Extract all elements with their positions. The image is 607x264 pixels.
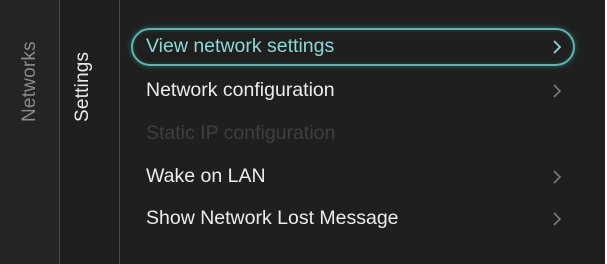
menu-item-network-configuration[interactable]: Network configuration bbox=[131, 72, 575, 110]
menu-item-label: Show Network Lost Message bbox=[146, 207, 399, 229]
menu-item-label: View network settings bbox=[146, 35, 335, 57]
chevron-right-icon bbox=[553, 40, 562, 54]
menu-item-show-network-lost-message[interactable]: Show Network Lost Message bbox=[131, 200, 575, 238]
menu-item-label: Network configuration bbox=[146, 79, 335, 101]
menu-item-label: Static IP configuration bbox=[146, 122, 336, 144]
tv-settings-screen: Networks Settings View network settings … bbox=[0, 0, 605, 264]
chevron-right-icon bbox=[553, 212, 562, 226]
menu-item-label: Wake on LAN bbox=[146, 165, 266, 187]
settings-column[interactable]: Settings bbox=[60, 0, 119, 264]
settings-label: Settings bbox=[72, 51, 93, 122]
menu-item-static-ip-configuration: Static IP configuration bbox=[131, 115, 575, 153]
menu-item-wake-on-lan[interactable]: Wake on LAN bbox=[131, 158, 575, 196]
networks-label: Networks bbox=[19, 41, 40, 122]
menu-item-view-network-settings[interactable]: View network settings bbox=[131, 28, 575, 66]
column-divider bbox=[119, 0, 120, 264]
chevron-right-icon bbox=[553, 84, 562, 98]
networks-column[interactable]: Networks bbox=[0, 0, 59, 264]
chevron-right-icon bbox=[553, 170, 562, 184]
